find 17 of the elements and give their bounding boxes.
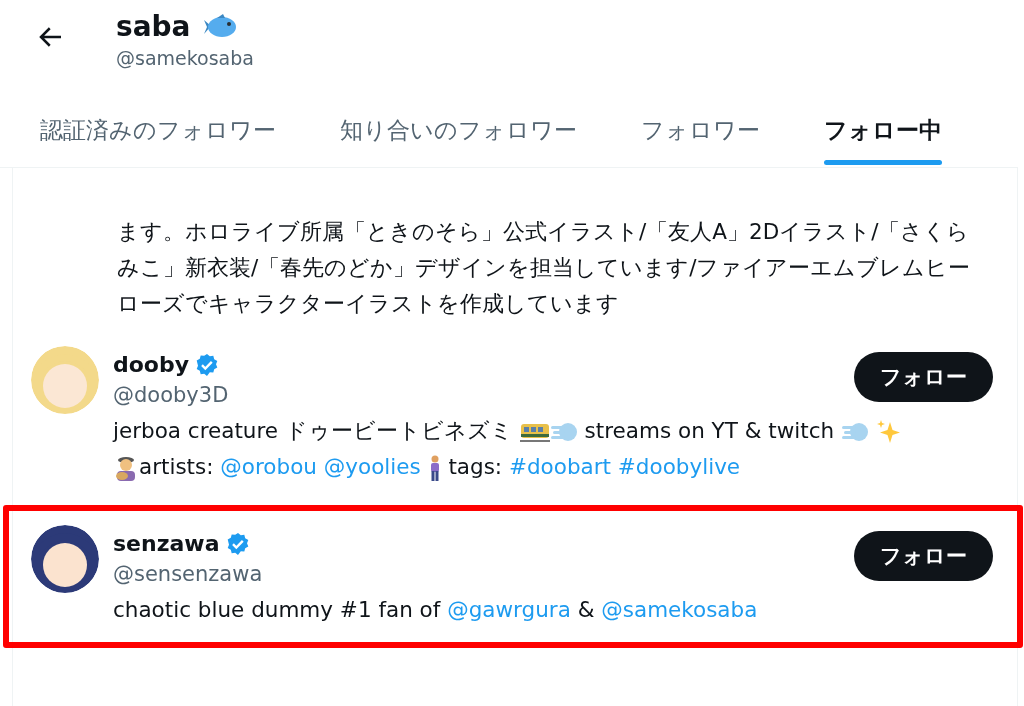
user-name[interactable]: senzawa [113, 531, 220, 556]
profile-handle: @samekosaba [116, 47, 254, 69]
follow-button[interactable]: フォロー [854, 352, 993, 402]
dash-icon [549, 420, 578, 444]
user-handle: @sensenzawa [113, 562, 263, 586]
dash-icon [841, 420, 869, 444]
user-bio: ます。ホロライブ所属「ときのそら」公式イラスト/「友人A」2Dイラスト/「さくらみこ」新衣装/「春先のどか」デザインを担当しています/ファイアーエムブレムヒーローズでキャラクターイラストを作成しています [116, 218, 972, 318]
tab[interactable]: フォロワー [641, 115, 760, 167]
user-name[interactable]: dooby [113, 352, 190, 377]
user-handle: @dooby3D [113, 383, 229, 407]
tab[interactable]: 知り合いのフォロワー [340, 115, 577, 167]
follow-button[interactable]: フォロー [854, 531, 993, 581]
user-bio: chaotic blue dummy #1 fan of @gawrgura & @samekosaba [113, 596, 759, 624]
profile-name: saba [116, 10, 191, 43]
user-bio: jerboa creature ドゥービートビネズミ streams on YT & twitch artists: @orobou @yoolies tags: #doobart #doobylive [113, 413, 993, 485]
tab[interactable]: フォロー中 [824, 115, 942, 167]
tab[interactable]: 認証済みのフォロワー [40, 115, 276, 167]
